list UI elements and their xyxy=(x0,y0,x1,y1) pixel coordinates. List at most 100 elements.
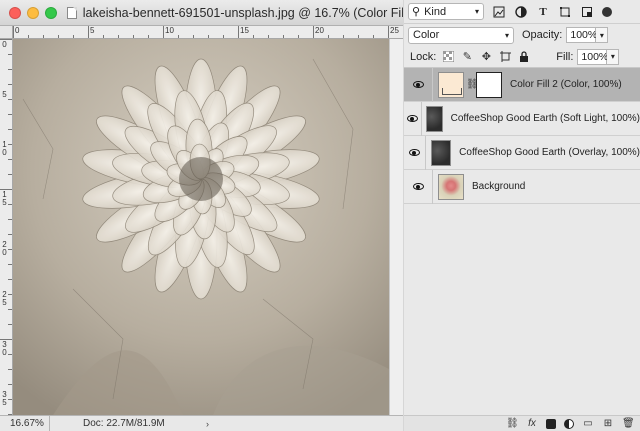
type-layer-filter-icon[interactable]: T xyxy=(536,5,550,19)
layer-thumbnail[interactable] xyxy=(438,71,464,98)
title-bar[interactable]: lakeisha-bennett-691501-unsplash.jpg @ 1… xyxy=(0,0,403,26)
ruler-tick xyxy=(8,144,12,145)
ruler-label: 10 xyxy=(165,26,174,35)
add-mask-icon[interactable] xyxy=(546,418,556,429)
ruler-tick xyxy=(8,219,12,220)
ruler-tick xyxy=(328,35,329,38)
trash-icon[interactable]: 🗑 xyxy=(622,418,635,429)
layers-panel-footer: ⛓ fx ▭ ⊞ 🗑 xyxy=(404,415,640,431)
horizontal-ruler[interactable]: 0 5 10 15 20 25 xyxy=(13,26,403,39)
smart-object-filter-icon[interactable] xyxy=(580,5,594,19)
ruler-origin[interactable] xyxy=(0,26,13,39)
layer-thumbnail[interactable] xyxy=(430,139,452,166)
layer-name[interactable]: CoffeeShop Good Earth (Overlay, 100%) xyxy=(459,147,640,158)
ruler-tick xyxy=(43,35,44,38)
ruler-tick xyxy=(8,99,12,100)
blend-mode-select[interactable]: Color ▾ xyxy=(408,26,514,44)
ruler-tick xyxy=(133,35,134,38)
search-icon: ⚲ xyxy=(412,6,421,18)
document-title: lakeisha-bennett-691501-unsplash.jpg @ 1… xyxy=(82,5,403,20)
ruler-tick xyxy=(388,26,389,38)
ruler-tick xyxy=(8,69,12,70)
ruler-tick xyxy=(8,129,12,130)
ruler-tick xyxy=(223,35,224,38)
ruler-tick xyxy=(8,249,12,250)
layer-name[interactable]: Background xyxy=(472,181,525,192)
lock-transparent-pixels-icon[interactable] xyxy=(441,50,455,64)
visibility-toggle[interactable] xyxy=(404,115,421,122)
layer-name[interactable]: Color Fill 2 (Color, 100%) xyxy=(510,79,622,90)
ruler-tick xyxy=(8,294,12,295)
window-controls xyxy=(9,6,57,19)
visibility-toggle[interactable] xyxy=(404,149,425,156)
lock-all-icon[interactable] xyxy=(517,50,531,64)
status-menu-arrow-icon[interactable]: › xyxy=(206,419,209,429)
lock-artboard-icon[interactable] xyxy=(498,50,512,64)
layer-mask-thumbnail[interactable] xyxy=(476,71,502,98)
visibility-toggle[interactable] xyxy=(404,183,432,190)
link-icon[interactable]: ⛓ xyxy=(506,418,519,429)
ruler-tick xyxy=(8,234,12,235)
ruler-tick xyxy=(13,26,14,38)
link-icon[interactable]: ⛓ xyxy=(466,79,479,90)
group-icon[interactable]: ▭ xyxy=(582,418,594,429)
filter-kind-label: Kind xyxy=(424,5,447,18)
layer-row-background[interactable]: Background xyxy=(404,169,640,204)
ruler-tick xyxy=(8,279,12,280)
ruler-tick xyxy=(58,35,59,38)
image-canvas[interactable] xyxy=(13,39,389,415)
layer-row-soft-light[interactable]: CoffeeShop Good Earth (Soft Light, 100%) xyxy=(404,101,640,136)
layer-name[interactable]: CoffeeShop Good Earth (Soft Light, 100%) xyxy=(451,113,640,124)
ruler-tick xyxy=(208,35,209,38)
close-window-button[interactable] xyxy=(9,6,21,19)
ruler-label: 1 5 xyxy=(2,190,7,207)
vertical-ruler[interactable]: 0 5 1 0 1 5 2 0 2 5 3 0 3 5 xyxy=(0,39,13,415)
layer-row-color-fill[interactable]: ⛓ Color Fill 2 (Color, 100%) xyxy=(404,67,640,102)
ruler-tick xyxy=(8,369,12,370)
new-layer-icon[interactable]: ⊞ xyxy=(602,418,614,429)
lock-position-icon[interactable]: ✥ xyxy=(479,50,493,64)
vertical-scrollbar[interactable] xyxy=(389,39,403,415)
filter-toggle-icon[interactable] xyxy=(602,6,612,17)
minimize-window-button[interactable] xyxy=(27,6,39,19)
adjustment-icon[interactable] xyxy=(564,418,574,429)
eye-icon xyxy=(412,81,424,88)
ruler-tick xyxy=(193,35,194,38)
opacity-input[interactable]: 100% xyxy=(566,27,597,43)
ruler-tick xyxy=(8,54,12,55)
opacity-dropdown-icon[interactable]: ▾ xyxy=(596,27,609,43)
visibility-toggle[interactable] xyxy=(404,81,432,88)
layer-row-overlay[interactable]: CoffeeShop Good Earth (Overlay, 100%) xyxy=(404,135,640,170)
document-size: Doc: 22.7M/81.9M xyxy=(83,418,165,429)
ruler-label: 3 5 xyxy=(2,390,7,407)
chevron-down-icon: ▾ xyxy=(504,30,509,40)
layer-thumbnail[interactable] xyxy=(426,105,443,132)
zoom-window-button[interactable] xyxy=(45,6,57,19)
filter-kind-select[interactable]: ⚲ Kind ▾ xyxy=(408,3,484,20)
fill-input[interactable]: 100% xyxy=(577,48,608,65)
ruler-tick xyxy=(8,399,12,400)
eye-icon xyxy=(412,183,424,190)
document-icon xyxy=(67,6,77,19)
shape-layer-filter-icon[interactable] xyxy=(558,5,572,19)
blend-mode-value: Color xyxy=(413,29,440,41)
ruler-tick xyxy=(8,264,12,265)
pixel-layer-filter-icon[interactable] xyxy=(492,5,506,19)
fill-dropdown-icon[interactable]: ▾ xyxy=(607,48,620,65)
ruler-tick xyxy=(373,35,374,38)
layers-panel: ⚲ Kind ▾ T Color ▾ Opacity: 100% ▾ Lock: xyxy=(404,0,640,431)
fx-icon[interactable]: fx xyxy=(526,418,538,429)
ruler-tick xyxy=(8,324,12,325)
lock-image-pixels-icon[interactable]: ✎ xyxy=(460,50,474,64)
ruler-tick xyxy=(313,26,314,38)
flower-image xyxy=(13,39,389,415)
ruler-tick xyxy=(103,35,104,38)
ruler-label: 20 xyxy=(315,26,324,35)
adjustment-layer-filter-icon[interactable] xyxy=(514,5,528,19)
divider xyxy=(432,67,433,102)
layer-thumbnail[interactable] xyxy=(438,173,464,200)
divider xyxy=(420,101,422,136)
ruler-label: 2 0 xyxy=(2,240,7,257)
ruler-label: 15 xyxy=(240,26,249,35)
zoom-level[interactable]: 16.67% xyxy=(0,416,50,431)
